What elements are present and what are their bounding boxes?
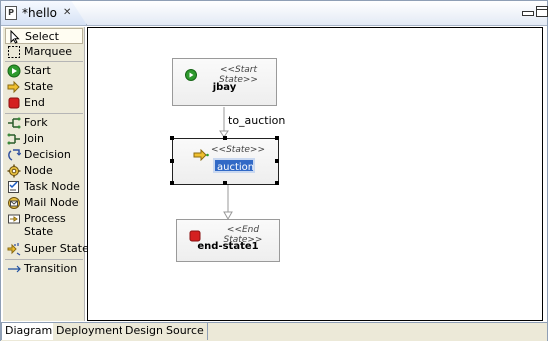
palette-item-start[interactable]: Start	[5, 63, 83, 79]
end-state-icon	[8, 97, 20, 109]
palette-label: Select	[25, 30, 59, 43]
close-icon[interactable]: ✕	[63, 8, 71, 18]
selection-handle[interactable]	[275, 136, 279, 140]
tab-deployment[interactable]: Deployment	[53, 323, 128, 340]
start-state-icon	[7, 64, 21, 78]
palette-item-mail-node[interactable]: Mail Node	[5, 195, 83, 211]
editor-tab-bar: P *hello ✕	[1, 1, 548, 26]
palette-item-marquee[interactable]: Marquee	[5, 44, 83, 60]
tab-diagram[interactable]: Diagram	[1, 323, 57, 340]
selection-handle[interactable]	[275, 159, 279, 163]
start-state-icon	[185, 69, 197, 81]
task-node-icon	[8, 181, 19, 193]
palette-item-super-state[interactable]: Super State	[5, 241, 89, 257]
join-icon	[7, 133, 20, 145]
palette-label: Fork	[24, 116, 48, 129]
palette-label: Marquee	[24, 45, 73, 58]
end-state-name: end-state1	[197, 241, 259, 252]
selection-handle[interactable]	[223, 136, 227, 140]
start-state-node[interactable]: <<Start State>> jbay	[172, 58, 277, 106]
marquee-icon	[8, 46, 20, 58]
editor-tab-title: *hello	[22, 6, 57, 20]
palette-item-node[interactable]: Node	[5, 163, 83, 179]
tool-palette: Select Marquee Start State End Fork Join…	[3, 27, 89, 321]
state-icon	[7, 80, 20, 94]
editor-tab-hello[interactable]: P *hello ✕	[1, 1, 87, 25]
palette-item-process-state[interactable]: Process State	[5, 211, 83, 241]
editor-window: P *hello ✕ Select Marquee Start State En…	[0, 0, 548, 341]
selection-handle[interactable]	[170, 136, 174, 140]
state-stereotype: <<State>>	[211, 145, 265, 155]
palette-label: Process State	[24, 212, 66, 238]
state-node-selected[interactable]: <<State>> auction	[170, 136, 279, 185]
decision-icon	[8, 149, 21, 161]
maximize-icon[interactable]	[536, 6, 548, 17]
palette-item-decision[interactable]: Decision	[5, 147, 83, 163]
editor-page-tabs: Diagram Deployment Design Source	[1, 322, 547, 341]
palette-item-end[interactable]: End	[5, 95, 83, 111]
fork-icon	[8, 117, 21, 129]
tab-design[interactable]: Design	[122, 323, 167, 340]
palette-label: End	[24, 96, 45, 109]
palette-label: Task Node	[24, 180, 80, 193]
selection-handle[interactable]	[170, 181, 174, 185]
end-state-node[interactable]: <<End State>> end-state1	[176, 219, 280, 262]
palette-separator	[5, 113, 83, 114]
state-name-edit-input[interactable]: auction	[213, 158, 255, 173]
diagram-canvas[interactable]: <<Start State>> jbay to_auction <<State>…	[87, 27, 543, 321]
node-gear-icon	[7, 164, 21, 178]
minimize-icon[interactable]	[522, 11, 534, 16]
palette-label: Start	[24, 64, 51, 77]
process-state-icon	[8, 214, 20, 224]
palette-separator	[5, 61, 83, 62]
process-file-icon: P	[5, 6, 17, 20]
palette-item-state[interactable]: State	[5, 79, 83, 95]
palette-item-fork[interactable]: Fork	[5, 115, 83, 131]
super-state-icon	[7, 243, 21, 256]
palette-label: State	[24, 80, 54, 93]
palette-item-join[interactable]: Join	[5, 131, 83, 147]
palette-label: Transition	[24, 262, 78, 275]
selection-handle[interactable]	[275, 181, 279, 185]
palette-item-task-node[interactable]: Task Node	[5, 179, 83, 195]
palette-label: Decision	[24, 148, 71, 161]
palette-label: Super State	[24, 242, 89, 255]
state-icon	[193, 149, 209, 161]
mail-node-icon	[8, 197, 20, 209]
start-state-name: jbay	[212, 82, 237, 93]
transition-connectors	[219, 107, 233, 221]
palette-item-select[interactable]: Select	[5, 28, 83, 44]
selection-handle[interactable]	[170, 159, 174, 163]
selection-handle[interactable]	[223, 181, 227, 185]
transition-label[interactable]: to_auction	[228, 114, 285, 127]
palette-label: Mail Node	[24, 196, 79, 209]
arrow-cursor-icon	[10, 30, 20, 44]
palette-label: Node	[24, 164, 53, 177]
tab-source[interactable]: Source	[163, 323, 208, 340]
transition-arrow-icon	[8, 265, 21, 273]
palette-item-transition[interactable]: Transition	[5, 261, 83, 277]
palette-separator	[5, 259, 83, 260]
palette-label: Join	[24, 132, 45, 145]
